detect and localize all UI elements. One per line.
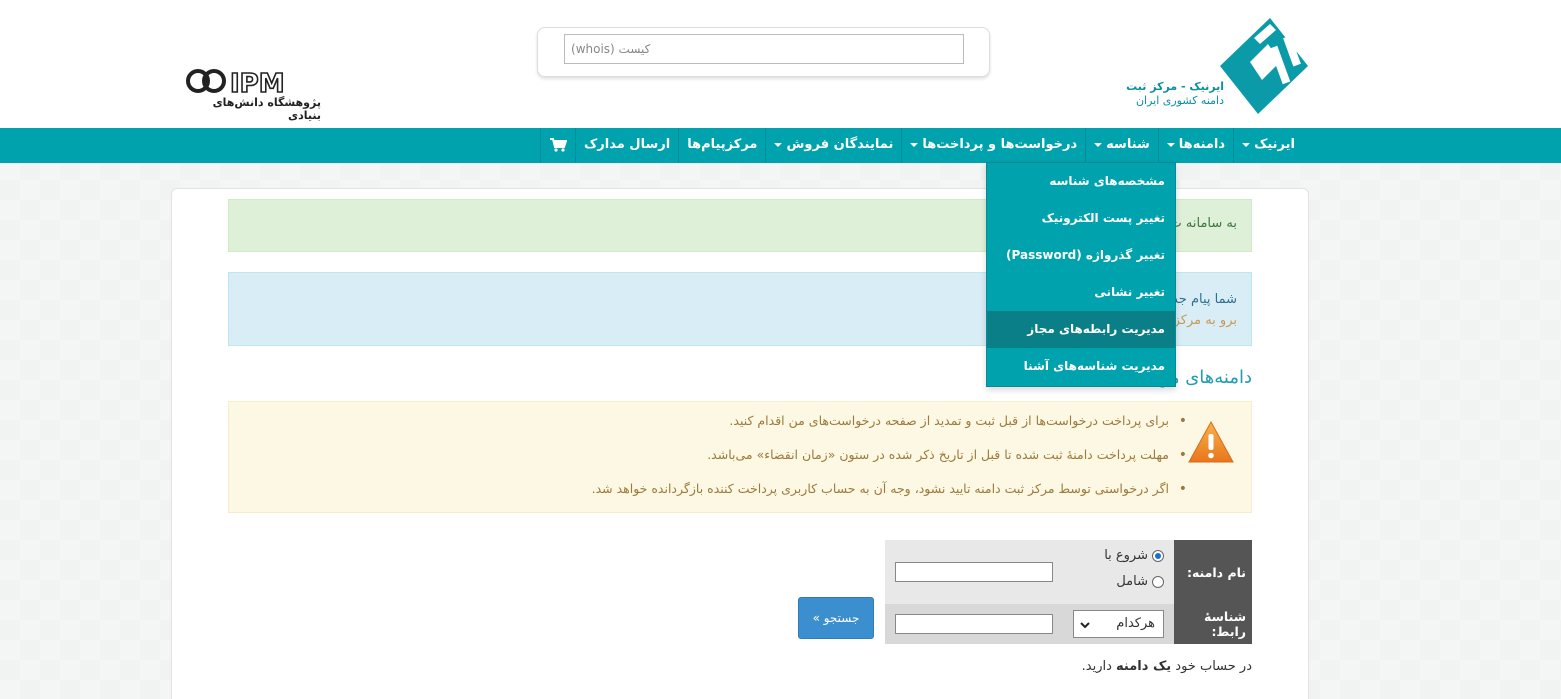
menu-item-change-email[interactable]: تغییر پست الکترونیک <box>987 200 1175 237</box>
warning-item: مهلت پرداخت دامنهٔ ثبت شده تا قبل از تار… <box>487 448 1187 482</box>
warning-item: اگر درخواستی توسط مرکز ثبت دامنه تایید ن… <box>487 482 1187 516</box>
radio-starts-with-label: شروع با <box>1104 548 1148 563</box>
menu-item-change-address[interactable]: تغییر نشانی <box>987 274 1175 311</box>
caret-down-icon <box>1094 142 1103 147</box>
nav-item-resellers[interactable]: نمایندگان فروش <box>765 128 901 163</box>
ipm-logo[interactable]: IPM پژوهشگاه دانش‌های بنیادی <box>186 66 326 122</box>
nic-handle-dropdown-menu: مشخصه‌های شناسه تغییر پست الکترونیک تغیی… <box>986 162 1176 387</box>
nav-label: مرکزپیام‌ها <box>687 137 758 152</box>
radio-starts-with[interactable]: شروع با <box>1104 548 1164 563</box>
nav-label: نمایندگان فروش <box>786 137 894 152</box>
nic-handle-row: هرکدام <box>885 604 1174 644</box>
search-button[interactable]: جستجو » <box>798 597 874 639</box>
nav-items: ایرنیک دامنه‌ها شناسه درخواست‌ها و پرداخ… <box>539 128 1303 163</box>
warning-triangle-icon <box>1188 420 1234 463</box>
nav-item-requests-payments[interactable]: درخواست‌ها و پرداخت‌ها <box>901 128 1085 163</box>
menu-item-manage-allowed-relations[interactable]: مدیریت رابطه‌های مجاز <box>987 311 1175 348</box>
domain-name-input[interactable] <box>895 562 1053 582</box>
radio-contains[interactable]: شامل <box>1116 574 1164 589</box>
whois-search-input[interactable] <box>564 34 964 64</box>
radio-contains-button[interactable] <box>1152 575 1164 588</box>
note-suffix: دارید. <box>1081 659 1112 674</box>
nav-label: شناسه <box>1106 137 1150 152</box>
domain-search-form: نام دامنه: شروع با شامل شناسهٔ رابط: هرک… <box>885 540 1252 644</box>
menu-item-change-password[interactable]: تغییر گذرواژه (Password) <box>987 237 1175 274</box>
nav-label: ایرنیک <box>1254 137 1295 152</box>
radio-contains-label: شامل <box>1116 574 1148 589</box>
domain-name-label: نام دامنه: <box>1174 540 1252 604</box>
warning-item: برای پرداخت درخواست‌ها از قبل ثبت و تمدی… <box>487 414 1187 448</box>
caret-down-icon <box>1166 142 1175 147</box>
caret-down-icon <box>910 142 919 147</box>
domain-name-row: شروع با شامل <box>885 540 1174 604</box>
domain-count-note: در حساب خود یک دامنه دارید. <box>952 659 1252 674</box>
menu-item-manage-known-handles[interactable]: مدیریت شناسه‌های آشنا <box>987 348 1175 385</box>
note-prefix: در حساب خود <box>1175 659 1252 674</box>
nav-item-domains[interactable]: دامنه‌ها <box>1157 128 1233 163</box>
payment-warning-alert: برای پرداخت درخواست‌ها از قبل ثبت و تمدی… <box>228 401 1252 513</box>
menu-item-handle-details[interactable]: مشخصه‌های شناسه <box>987 163 1175 200</box>
irnic-logo-line2: دامنه کشوری ایران <box>1135 94 1224 107</box>
chevron-down-icon <box>1080 622 1090 629</box>
nav-item-cart[interactable] <box>539 128 575 163</box>
nic-handle-label: شناسهٔ رابط: <box>1174 604 1252 644</box>
main-navbar: ایرنیک دامنه‌ها شناسه درخواست‌ها و پرداخ… <box>0 128 1561 163</box>
irnic-logo-text: ایرنیک - مرکز ثبت دامنه کشوری ایران <box>1124 80 1224 108</box>
caret-down-icon <box>1242 142 1251 147</box>
nic-role-select[interactable]: هرکدام <box>1073 610 1164 638</box>
welcome-alert-text: به سامانه ث <box>1169 216 1237 231</box>
nav-item-send-documents[interactable]: ارسال مدارک <box>574 128 678 163</box>
ipm-caption: پژوهشگاه دانش‌های بنیادی <box>212 96 321 122</box>
caret-down-icon <box>774 142 783 147</box>
nav-label: درخواست‌ها و پرداخت‌ها <box>922 137 1078 152</box>
nic-role-select-value: هرکدام <box>1116 616 1155 631</box>
nav-item-nic-handle[interactable]: شناسه <box>1085 128 1158 163</box>
shopping-cart-icon <box>549 137 567 152</box>
nav-item-message-center[interactable]: مرکزپیام‌ها <box>678 128 765 163</box>
nav-label: ارسال مدارک <box>583 137 671 152</box>
irnic-logo-line1: ایرنیک - مرکز ثبت <box>1126 80 1224 93</box>
nav-label: دامنه‌ها <box>1178 137 1226 152</box>
ipm-logo-mark: IPM <box>186 68 285 96</box>
nic-handle-input[interactable] <box>895 614 1053 634</box>
nav-item-irnic[interactable]: ایرنیک <box>1233 128 1303 163</box>
site-header: ایرنیک - مرکز ثبت دامنه کشوری ایران IPM … <box>0 0 1561 128</box>
warning-list: برای پرداخت درخواست‌ها از قبل ثبت و تمدی… <box>487 414 1187 516</box>
note-count: یک دامنه <box>1116 659 1172 674</box>
radio-starts-with-button[interactable] <box>1152 549 1164 562</box>
ipm-logo-text: IPM <box>230 69 285 96</box>
whois-search-box <box>537 27 990 77</box>
